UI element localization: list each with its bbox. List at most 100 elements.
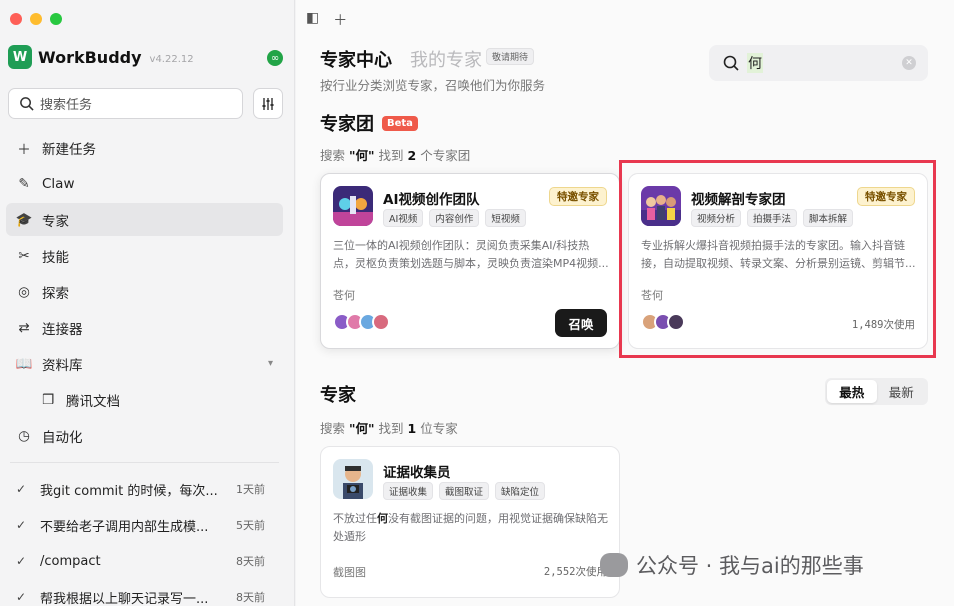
sidebar-item-connectors[interactable]: ⇄ 连接器 xyxy=(6,311,283,344)
history-time: 1天前 xyxy=(236,483,265,496)
tag: 截图取证 xyxy=(439,482,490,500)
summon-button[interactable]: 召唤 xyxy=(555,309,607,337)
desc-text: 不放过任 xyxy=(333,512,377,525)
window-controls xyxy=(10,13,62,25)
found-count: 2 xyxy=(407,148,417,163)
search-icon xyxy=(20,97,34,111)
clock-icon: ◷ xyxy=(18,427,30,444)
task-search-input[interactable]: 搜索任务 xyxy=(8,88,243,119)
desc-match: 何 xyxy=(377,512,388,525)
brand: W WorkBuddy v4.22.12 xyxy=(8,45,194,69)
team-name: AI视频创作团队 xyxy=(383,192,480,208)
check-icon: ✓ xyxy=(16,518,27,532)
tab-my-experts[interactable]: 我的专家 xyxy=(410,46,482,72)
team-description: 三位一体的AI视频创作团队：灵阅负责采集AI/科技热点，灵枢负责策划选题与脚本，… xyxy=(333,239,609,270)
new-tab-icon[interactable]: ＋ xyxy=(333,10,347,30)
team-search-result-count: 搜索 "何" 找到 2 个专家团 xyxy=(320,145,470,164)
history-item[interactable]: ✓ /compact 8天前 xyxy=(6,543,283,579)
tag: 内容创作 xyxy=(429,209,480,227)
nav-label: 自动化 xyxy=(42,429,83,446)
history-item[interactable]: ✓ 不要给老子调用内部生成模... 5天前 xyxy=(6,507,283,543)
history-item[interactable]: ✓ 帮我根据以上聊天记录写一... 8天前 xyxy=(6,579,283,606)
sidebar-item-library[interactable]: 📖 资料库 ▾ xyxy=(6,347,283,380)
history-time: 8天前 xyxy=(236,591,265,604)
usage-count: 2,552次使用 xyxy=(543,566,607,578)
highlight-box xyxy=(619,160,936,358)
sidebar-item-explore[interactable]: ◎ 探索 xyxy=(6,275,283,308)
watermark: 公众号 · 我与ai的那些事 xyxy=(600,550,864,580)
zoom-window-button[interactable] xyxy=(50,13,62,25)
tag: 缺陷定位 xyxy=(495,482,546,500)
toggle-sidebar-icon[interactable]: ◧ xyxy=(306,10,319,30)
page-tabs: 专家中心 我的专家 敬请期待 xyxy=(320,46,535,72)
team-thumbnail xyxy=(333,186,373,226)
tag-list: 证据收集 截图取证 缺陷定位 xyxy=(383,482,546,500)
compass-icon: ◎ xyxy=(18,283,30,300)
clear-search-icon[interactable]: ✕ xyxy=(902,56,916,70)
history-item[interactable]: ✓ 我git commit 的时候，每次... 1天前 xyxy=(6,471,283,507)
claw-icon: ✎ xyxy=(18,175,30,192)
found-suffix: 个专家团 xyxy=(420,148,471,163)
close-window-button[interactable] xyxy=(10,13,22,25)
tag: AI视频 xyxy=(383,209,424,227)
nav-label: 技能 xyxy=(42,249,69,266)
team-author: 苍何 xyxy=(333,289,355,302)
sidebar-item-claw[interactable]: ✎ Claw xyxy=(6,167,283,200)
found-prefix: 搜索 xyxy=(320,148,346,163)
sort-hot-button[interactable]: 最热 xyxy=(827,380,877,403)
sidebar-item-new-task[interactable]: ＋ 新建任务 xyxy=(6,131,283,164)
found-mid: 找到 xyxy=(378,148,404,163)
tools-icon: ✂ xyxy=(18,247,30,264)
expert-search-input[interactable]: 何 ✕ xyxy=(709,45,928,81)
invited-expert-badge: 特邀专家 xyxy=(549,187,607,206)
tag-list: AI视频 内容创作 短视频 xyxy=(383,209,526,227)
link-icon[interactable]: ∞ xyxy=(267,50,283,66)
tab-expert-center[interactable]: 专家中心 xyxy=(320,46,392,72)
section-heading: 专家团 xyxy=(320,114,374,135)
expert-description: 不放过任何没有截图证据的问题，用视觉证据确保缺陷无处遁形 xyxy=(333,510,609,546)
sidebar-nav: ＋ 新建任务 ✎ Claw 🎓 专家 ✂ 技能 ◎ 探索 ⇄ 连接器 📖 资料库 ▾ ❒ 腾讯文档… xyxy=(6,131,283,606)
top-toolbar: ◧ ＋ xyxy=(306,10,347,30)
sidebar-item-automation[interactable]: ◷ 自动化 xyxy=(6,419,283,452)
coming-soon-badge: 敬请期待 xyxy=(486,47,535,65)
nav-label: 专家 xyxy=(42,213,69,230)
expert-search-result-count: 搜索 "何" 找到 1 位专家 xyxy=(320,418,458,437)
app-version: v4.22.12 xyxy=(149,53,194,65)
tag: 证据收集 xyxy=(383,482,434,500)
expert-thumbnail xyxy=(333,459,373,499)
expert-section-title: 专家 xyxy=(320,381,356,407)
tag: 短视频 xyxy=(485,209,526,227)
nav-label: 资料库 xyxy=(42,357,83,374)
team-card-ai-video[interactable]: AI视频创作团队 特邀专家 AI视频 内容创作 短视频 三位一体的AI视频创作团… xyxy=(320,173,620,349)
found-query: "何" xyxy=(349,421,375,436)
chevron-down-icon: ▾ xyxy=(267,358,273,369)
nav-label: 探索 xyxy=(42,285,69,302)
sliders-icon xyxy=(262,97,274,110)
wechat-icon xyxy=(600,553,628,577)
check-icon: ✓ xyxy=(16,482,27,496)
history-time: 8天前 xyxy=(236,555,265,568)
connector-icon: ⇄ xyxy=(18,319,30,336)
avatar xyxy=(372,313,390,331)
expert-name: 证据收集员 xyxy=(383,465,451,481)
history-title: 不要给老子调用内部生成模... xyxy=(40,519,209,535)
expert-card-evidence-collector[interactable]: 证据收集员 证据收集 截图取证 缺陷定位 不放过任何没有截图证据的问题，用视觉证… xyxy=(320,446,620,598)
sort-new-button[interactable]: 最新 xyxy=(877,380,927,403)
history-title: 我git commit 的时候，每次... xyxy=(40,483,218,499)
found-prefix: 搜索 xyxy=(320,421,346,436)
sidebar-item-experts[interactable]: 🎓 专家 xyxy=(6,203,283,236)
expert-author: 截图图 xyxy=(333,566,366,579)
history-title: 帮我根据以上聊天记录写一... xyxy=(40,591,209,606)
sidebar-item-tencent-docs[interactable]: ❒ 腾讯文档 xyxy=(6,383,283,416)
filter-button[interactable] xyxy=(253,88,283,119)
member-avatars xyxy=(333,313,390,331)
nav-label: 连接器 xyxy=(42,321,83,338)
workbuddy-logo-icon: W xyxy=(8,45,32,69)
history-title: /compact xyxy=(40,553,101,569)
sort-toggle: 最热 最新 xyxy=(825,378,928,405)
search-placeholder: 搜索任务 xyxy=(40,98,93,113)
sidebar-item-skills[interactable]: ✂ 技能 xyxy=(6,239,283,272)
sidebar: W WorkBuddy v4.22.12 ∞ 搜索任务 ＋ 新建任务 ✎ Claw … xyxy=(0,0,295,606)
book-icon: 📖 xyxy=(15,355,33,372)
minimize-window-button[interactable] xyxy=(30,13,42,25)
